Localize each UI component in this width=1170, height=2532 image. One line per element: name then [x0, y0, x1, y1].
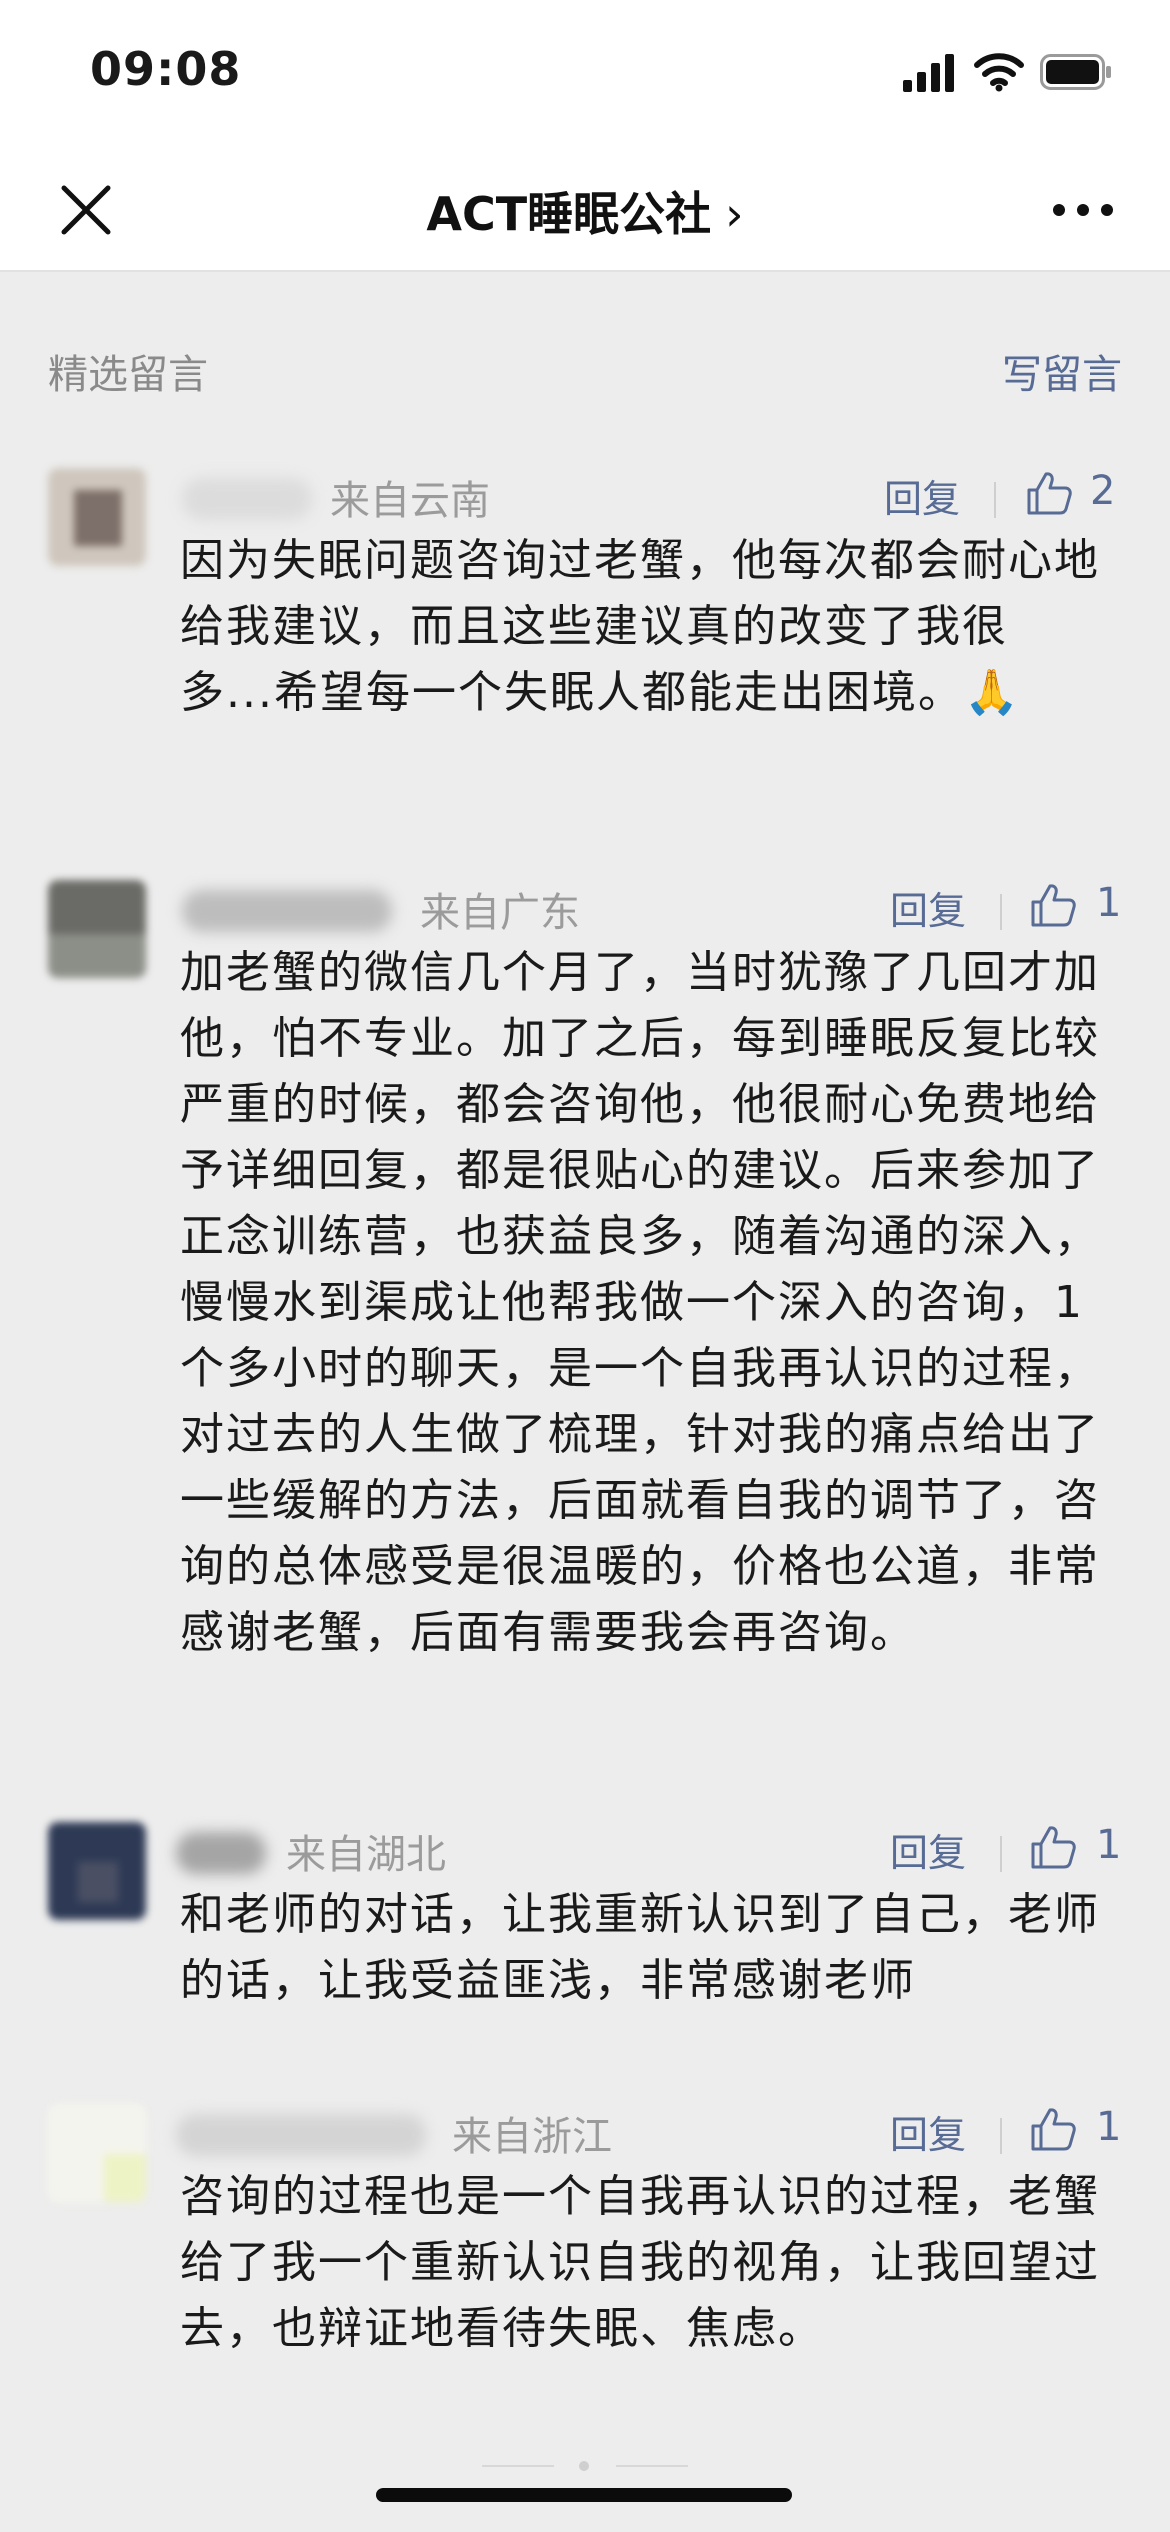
- like-count: 1: [1096, 880, 1122, 926]
- thumbs-up-icon[interactable]: [1030, 882, 1076, 928]
- like-count: 1: [1096, 2104, 1122, 2150]
- status-bar: 09:08: [0, 0, 1170, 150]
- nickname-blurred: [182, 890, 392, 932]
- reply-button[interactable]: 回复: [890, 880, 966, 935]
- more-icon[interactable]: [1050, 192, 1116, 228]
- end-line-left: [482, 2465, 554, 2467]
- avatar: [48, 2104, 146, 2202]
- nav-bar: ACT睡眠公社 ›: [0, 150, 1170, 272]
- like-count: 1: [1096, 1822, 1122, 1868]
- divider: [1000, 1836, 1002, 1872]
- end-dot: [579, 2461, 589, 2471]
- home-indicator: [376, 2488, 792, 2502]
- thumbs-up-icon[interactable]: [1030, 2106, 1076, 2152]
- comment-item: 来自云南 回复 2 因为失眠问题咨询过老蟹，他每次都会耐心地给我建议，而且这些建…: [0, 468, 1170, 798]
- nickname-blurred: [182, 478, 312, 520]
- thumbs-up-icon[interactable]: [1026, 470, 1072, 516]
- comment-item: 来自广东 回复 1 加老蟹的微信几个月了，当时犹豫了几回才加他，怕不专业。加了之…: [0, 880, 1170, 1760]
- avatar: [48, 1822, 146, 1920]
- nickname-blurred: [176, 2114, 426, 2156]
- write-comment-button[interactable]: 写留言: [1002, 342, 1122, 400]
- comment-location: 来自云南: [330, 478, 490, 524]
- avatar: [48, 468, 146, 566]
- wifi-icon: [974, 53, 1024, 92]
- thumbs-up-icon[interactable]: [1030, 1824, 1076, 1870]
- like-count: 2: [1090, 468, 1116, 514]
- status-time: 09:08: [90, 42, 242, 96]
- comment-text: 加老蟹的微信几个月了，当时犹豫了几回才加他，怕不专业。加了之后，每到睡眠反复比较…: [180, 947, 1100, 1658]
- comment-text: 和老师的对话，让我重新认识到了自己，老师的话，让我受益匪浅，非常感谢老师: [180, 1889, 1100, 2006]
- reply-button[interactable]: 回复: [884, 468, 960, 523]
- comment-text: 因为失眠问题咨询过老蟹，他每次都会耐心地给我建议，而且这些建议真的改变了我很多.…: [180, 535, 1100, 718]
- page-title: ACT睡眠公社: [426, 187, 712, 241]
- divider: [1000, 2118, 1002, 2154]
- signal-icon: [903, 54, 954, 92]
- comment-location: 来自浙江: [452, 2114, 612, 2160]
- reply-button[interactable]: 回复: [890, 2104, 966, 2159]
- divider: [1000, 894, 1002, 930]
- comment-location: 来自湖北: [286, 1832, 446, 1878]
- divider: [994, 482, 996, 518]
- comment-item: 来自湖北 回复 1 和老师的对话，让我重新认识到了自己，老师的话，让我受益匪浅，…: [0, 1822, 1170, 2042]
- section-header: 精选留言 写留言: [48, 342, 1122, 398]
- end-line-right: [616, 2465, 688, 2467]
- comment-text: 咨询的过程也是一个自我再认识的过程，老蟹给了我一个重新认识自我的视角，让我回望过…: [180, 2171, 1100, 2354]
- section-title: 精选留言: [48, 352, 208, 398]
- battery-icon: [1040, 54, 1111, 90]
- account-title-link[interactable]: ACT睡眠公社 ›: [0, 178, 1170, 244]
- chevron-right-icon: ›: [725, 187, 744, 241]
- comment-location: 来自广东: [420, 890, 580, 936]
- comment-item: 来自浙江 回复 1 咨询的过程也是一个自我再认识的过程，老蟹给了我一个重新认识自…: [0, 2104, 1170, 2424]
- reply-button[interactable]: 回复: [890, 1822, 966, 1877]
- avatar: [48, 880, 146, 978]
- nickname-blurred: [176, 1832, 266, 1874]
